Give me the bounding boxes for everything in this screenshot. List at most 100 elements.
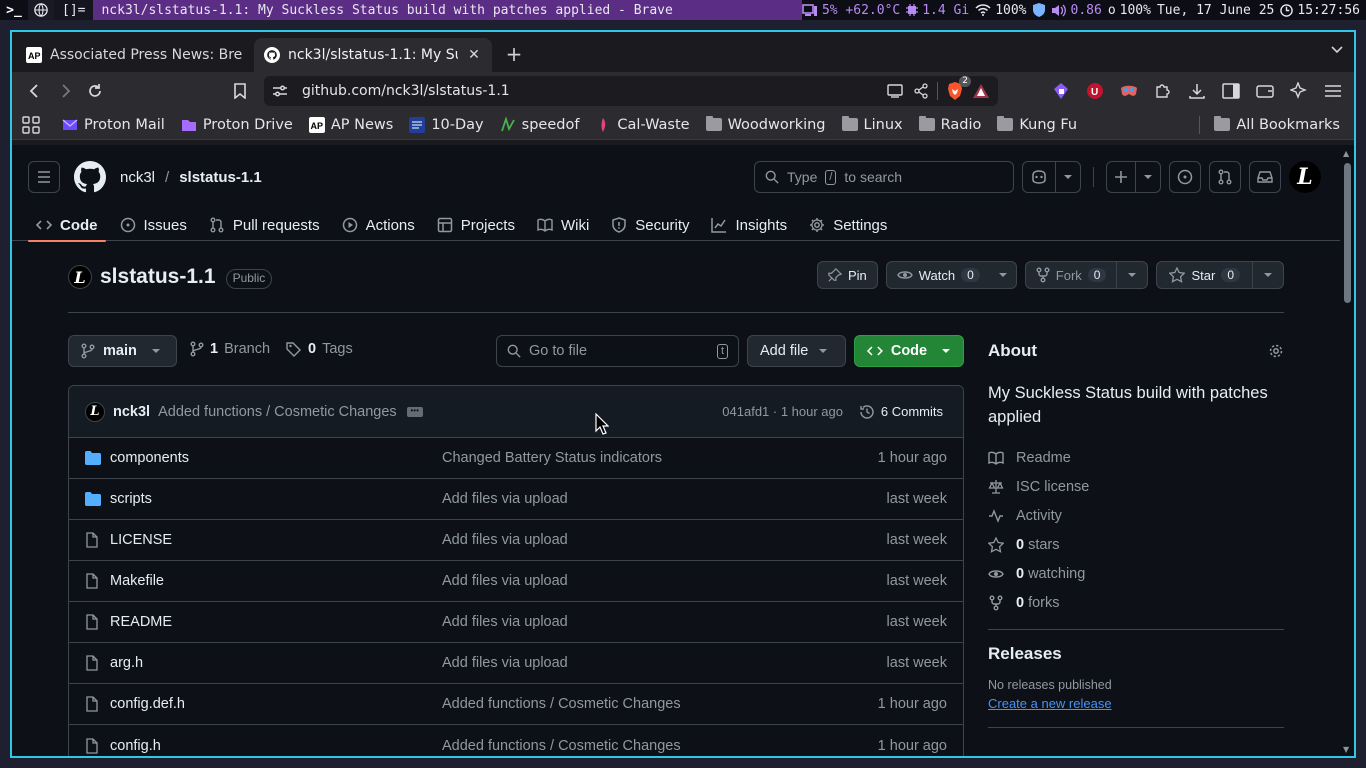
brave-shields-button[interactable]: 2 xyxy=(946,76,971,101)
leo-ai-button[interactable] xyxy=(1284,76,1314,106)
add-file-button[interactable]: Add file xyxy=(747,335,846,367)
chevron-down-icon[interactable] xyxy=(1330,42,1344,56)
tab-wiki[interactable]: Wiki xyxy=(529,209,597,241)
pull-requests-button[interactable] xyxy=(1209,161,1241,193)
tab-issues[interactable]: Issues xyxy=(112,209,195,241)
sidebar-button[interactable] xyxy=(1216,76,1246,106)
bookmark-proton-drive[interactable]: Proton Drive xyxy=(181,117,293,133)
readme-link[interactable]: Readme xyxy=(988,443,1284,472)
extensions-button[interactable] xyxy=(1148,76,1178,106)
tab-insights[interactable]: Insights xyxy=(703,209,795,241)
tab-security[interactable]: Security xyxy=(603,209,697,241)
fork-button[interactable]: Fork 0 xyxy=(1024,261,1149,289)
site-settings-icon[interactable] xyxy=(272,84,288,98)
file-commit-message[interactable]: Changed Battery Status indicators xyxy=(442,450,662,466)
gear-icon[interactable] xyxy=(1268,343,1284,359)
chevron-down-icon[interactable] xyxy=(1252,262,1283,288)
scroll-up-icon[interactable]: ▲ xyxy=(1343,149,1349,158)
tab-settings[interactable]: Settings xyxy=(801,209,895,241)
activity-link[interactable]: Activity xyxy=(988,501,1284,530)
file-name[interactable]: LICENSE xyxy=(110,532,172,548)
new-tab-button[interactable]: + xyxy=(498,38,530,70)
downloads-button[interactable] xyxy=(1182,76,1212,106)
close-tab-icon[interactable]: ✕ xyxy=(466,47,482,63)
file-commit-message[interactable]: Add files via upload xyxy=(442,491,568,507)
branches-link[interactable]: 1 Branch xyxy=(190,341,270,357)
wallet-button[interactable] xyxy=(1250,76,1280,106)
releases-heading[interactable]: Releases xyxy=(988,644,1284,664)
table-row[interactable]: scripts Add files via upload last week xyxy=(69,479,963,520)
commit-author[interactable]: nck3l xyxy=(113,404,150,420)
star-button[interactable]: Star 0 xyxy=(1156,261,1284,289)
ellipsis-icon[interactable]: ••• xyxy=(406,406,423,417)
bookmark-folder-linux[interactable]: Linux xyxy=(841,116,903,133)
breadcrumb-owner[interactable]: nck3l xyxy=(120,169,155,186)
globe-icon[interactable] xyxy=(28,0,54,20)
commit-hash-time[interactable]: 041afd1 · 1 hour ago xyxy=(722,404,843,419)
table-row[interactable]: config.def.h Added functions / Cosmetic C… xyxy=(69,684,963,725)
bookmark-speedof[interactable]: speedof xyxy=(500,116,579,133)
avatar[interactable]: L xyxy=(85,401,105,422)
back-button[interactable] xyxy=(20,76,50,106)
tab-actions[interactable]: Actions xyxy=(334,209,423,241)
reload-button[interactable] xyxy=(80,76,110,106)
ublock-extension[interactable]: U xyxy=(1080,76,1110,106)
file-name[interactable]: config.h xyxy=(110,738,161,754)
tab-pull-requests[interactable]: Pull requests xyxy=(201,209,328,241)
terminal-icon[interactable]: >_ xyxy=(0,0,28,20)
bookmark-button[interactable] xyxy=(225,76,255,106)
table-row[interactable]: LICENSE Add files via upload last week xyxy=(69,520,963,561)
tags-link[interactable]: 0 Tags xyxy=(286,341,353,357)
plus-icon[interactable] xyxy=(1107,162,1135,192)
bookmark-10-day[interactable]: 10-Day xyxy=(409,116,484,133)
proton-pass-extension[interactable] xyxy=(1046,76,1076,106)
file-commit-message[interactable]: Added functions / Cosmetic Changes xyxy=(442,738,681,754)
file-name[interactable]: components xyxy=(110,450,189,466)
code-button[interactable]: Code xyxy=(854,335,964,367)
chevron-down-icon[interactable] xyxy=(1055,162,1080,192)
open-global-nav-button[interactable] xyxy=(28,161,60,193)
apps-button[interactable] xyxy=(22,115,40,134)
file-name[interactable]: README xyxy=(110,614,172,630)
commit-message[interactable]: Added functions / Cosmetic Changes xyxy=(158,404,397,420)
watching-link[interactable]: 0 watching xyxy=(988,559,1284,588)
table-row[interactable]: README Add files via upload last week xyxy=(69,602,963,643)
issues-button[interactable] xyxy=(1169,161,1201,193)
forks-link[interactable]: 0 forks xyxy=(988,588,1284,617)
address-bar[interactable]: github.com/nck3l/slstatus-1.1 2 xyxy=(264,76,998,106)
file-commit-message[interactable]: Add files via upload xyxy=(442,573,568,589)
create-release-link[interactable]: Create a new release xyxy=(988,696,1284,711)
file-commit-message[interactable]: Added functions / Cosmetic Changes xyxy=(442,696,681,712)
go-to-file-input[interactable]: Go to file t xyxy=(496,335,739,367)
table-row[interactable]: config.h Added functions / Cosmetic Chang… xyxy=(69,725,963,756)
file-commit-message[interactable]: Add files via upload xyxy=(442,655,568,671)
page-scrollbar[interactable]: ▲ ▼ xyxy=(1340,145,1354,756)
all-bookmarks-folder[interactable]: All Bookmarks xyxy=(1199,115,1340,134)
share-icon[interactable] xyxy=(913,83,929,99)
watch-button[interactable]: Watch 0 xyxy=(885,261,1017,289)
branch-selector[interactable]: main xyxy=(68,335,177,367)
file-commit-message[interactable]: Add files via upload xyxy=(442,532,568,548)
search-input[interactable]: Type / to search xyxy=(754,161,1014,193)
tab-ap-news[interactable]: AP Associated Press News: Bre xyxy=(16,38,254,72)
breadcrumb-repo[interactable]: slstatus-1.1 xyxy=(179,169,262,186)
bookmark-folder-kung-fu[interactable]: Kung Fu xyxy=(997,116,1077,133)
user-avatar[interactable]: L xyxy=(1289,161,1321,193)
file-name[interactable]: arg.h xyxy=(110,655,143,671)
license-link[interactable]: ISC license xyxy=(988,472,1284,501)
forward-button[interactable] xyxy=(50,76,80,106)
bookmark-folder-woodworking[interactable]: Woodworking xyxy=(705,116,826,133)
layout-indicator[interactable]: []= xyxy=(54,0,94,20)
tab-code[interactable]: Code xyxy=(28,209,106,242)
chevron-down-icon[interactable] xyxy=(990,262,1016,288)
github-logo-icon[interactable] xyxy=(74,161,106,193)
create-new-button[interactable] xyxy=(1106,161,1161,193)
table-row[interactable]: Makefile Add files via upload last week xyxy=(69,561,963,602)
chevron-down-icon[interactable] xyxy=(1135,162,1160,192)
file-name[interactable]: scripts xyxy=(110,491,152,507)
cast-icon[interactable] xyxy=(887,84,905,98)
copilot-icon[interactable] xyxy=(1023,162,1055,192)
bookmark-cal-waste[interactable]: Cal-Waste xyxy=(595,117,690,133)
file-commit-message[interactable]: Add files via upload xyxy=(442,614,568,630)
file-name[interactable]: Makefile xyxy=(110,573,164,589)
